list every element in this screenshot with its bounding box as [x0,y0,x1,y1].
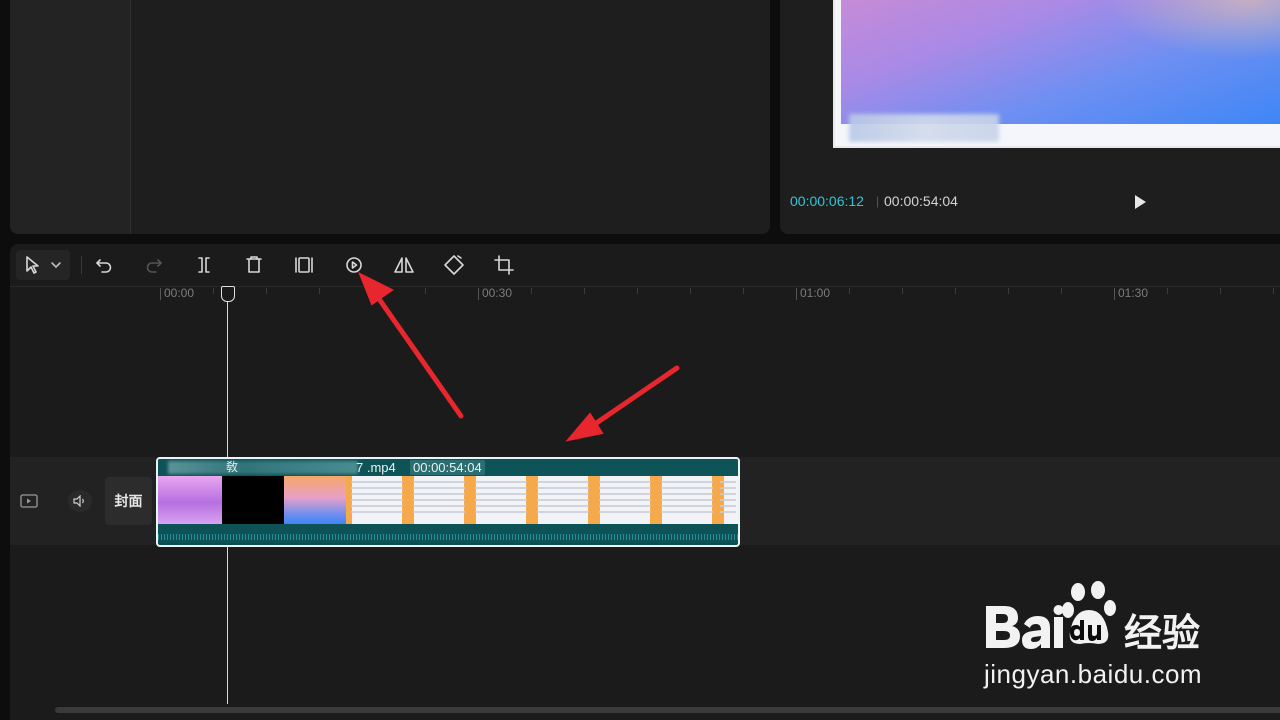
timeline-scrollbar[interactable] [55,707,1280,713]
ruler-tick [213,288,214,294]
ruler-tick [849,288,850,294]
video-clip[interactable]: 敎 7 .mp4 00:00:54:04 [156,457,740,547]
ruler-tick [743,288,744,294]
media-panel [10,0,770,234]
split-icon [198,257,210,273]
ruler-label: 00:30 [482,286,513,300]
undo-icon [96,259,112,273]
ruler-label: 01:00 [800,286,831,300]
freeze-frame-icon [295,257,313,273]
delete-icon [246,256,262,273]
reverse-button[interactable] [340,251,368,279]
total-duration: 00:00:54:04 [884,193,958,209]
rotate-icon [444,255,464,275]
media-sidebar [10,0,131,234]
ruler-tick [1008,288,1009,294]
ruler-tick [1167,288,1168,294]
ruler-tick [637,288,638,294]
cover-button[interactable]: 封面 [105,477,152,525]
preview-glow [1105,0,1280,60]
clip-name-blurred [168,461,358,474]
thumbnail [532,476,594,524]
mirror-icon [394,257,414,273]
video-track-icon [20,494,38,508]
current-time: 00:00:06:12 [790,193,864,209]
audio-waveform [158,524,738,543]
ruler-tick [531,288,532,294]
thumbnail [594,476,656,524]
thumbnail [346,476,408,524]
thumbnail [718,476,738,524]
ruler-tick [1061,288,1062,294]
baidu-jingyan-logo: 经验 [986,581,1200,655]
thumbnail [222,476,284,524]
thumbnail [656,476,718,524]
time-ruler[interactable]: 00:00 00:30 01:00 01:30 [10,286,1280,306]
mirror-button[interactable] [390,251,418,279]
ruler-tick [584,288,585,294]
select-pointer-icon [26,256,61,274]
play-button[interactable] [1130,192,1150,212]
thumbnail [284,476,346,524]
player-panel: 00:00:06:12 | 00:00:54:04 [780,0,1280,234]
freeze-frame-button[interactable] [290,251,318,279]
ruler-tick [160,288,161,300]
track-mute-button[interactable] [68,490,92,512]
redo-icon [146,259,162,273]
ruler-tick [372,288,373,294]
ruler-tick [796,288,797,300]
clip-duration: 00:00:54:04 [410,460,485,475]
preview-blurred-caption [849,114,999,142]
split-button[interactable] [190,251,218,279]
clip-name-fragment: 敎 [226,460,239,474]
preview-image [841,0,1280,124]
clip-filename: 7 .mp4 [356,460,396,475]
thumbnail [470,476,532,524]
timeline-toolbar [10,244,1280,287]
ruler-tick [690,288,691,294]
ruler-tick [319,288,320,294]
ruler-tick [478,288,479,300]
ruler-label: 01:30 [1118,286,1149,300]
toolbar-divider [81,256,82,274]
playhead-handle[interactable] [221,286,235,302]
ruler-label: 00:00 [164,286,195,300]
ruler-tick [1273,288,1274,294]
redo-button[interactable] [140,251,168,279]
video-preview [833,0,1280,148]
watermark-product: 经验 [1124,611,1200,655]
thumbnail [408,476,470,524]
crop-icon [494,255,514,275]
time-separator: | [876,194,880,208]
watermark-url: jingyan.baidu.com [984,659,1203,689]
ruler-tick [902,288,903,294]
ruler-tick [955,288,956,294]
undo-button[interactable] [90,251,118,279]
delete-button[interactable] [240,251,268,279]
clip-thumbnails [158,476,738,524]
rotate-button[interactable] [440,251,468,279]
thumbnail [158,476,222,524]
ruler-tick [425,288,426,294]
reverse-icon [346,257,362,273]
track-visibility-button[interactable] [19,493,39,509]
ruler-tick [1114,288,1115,300]
crop-button[interactable] [490,251,518,279]
select-tool-button[interactable] [16,250,70,280]
ruler-tick [266,288,267,294]
speaker-icon [73,495,84,507]
clip-header: 敎 7 .mp4 00:00:54:04 [158,459,738,476]
play-icon [1135,195,1146,209]
ruler-tick [1220,288,1221,294]
